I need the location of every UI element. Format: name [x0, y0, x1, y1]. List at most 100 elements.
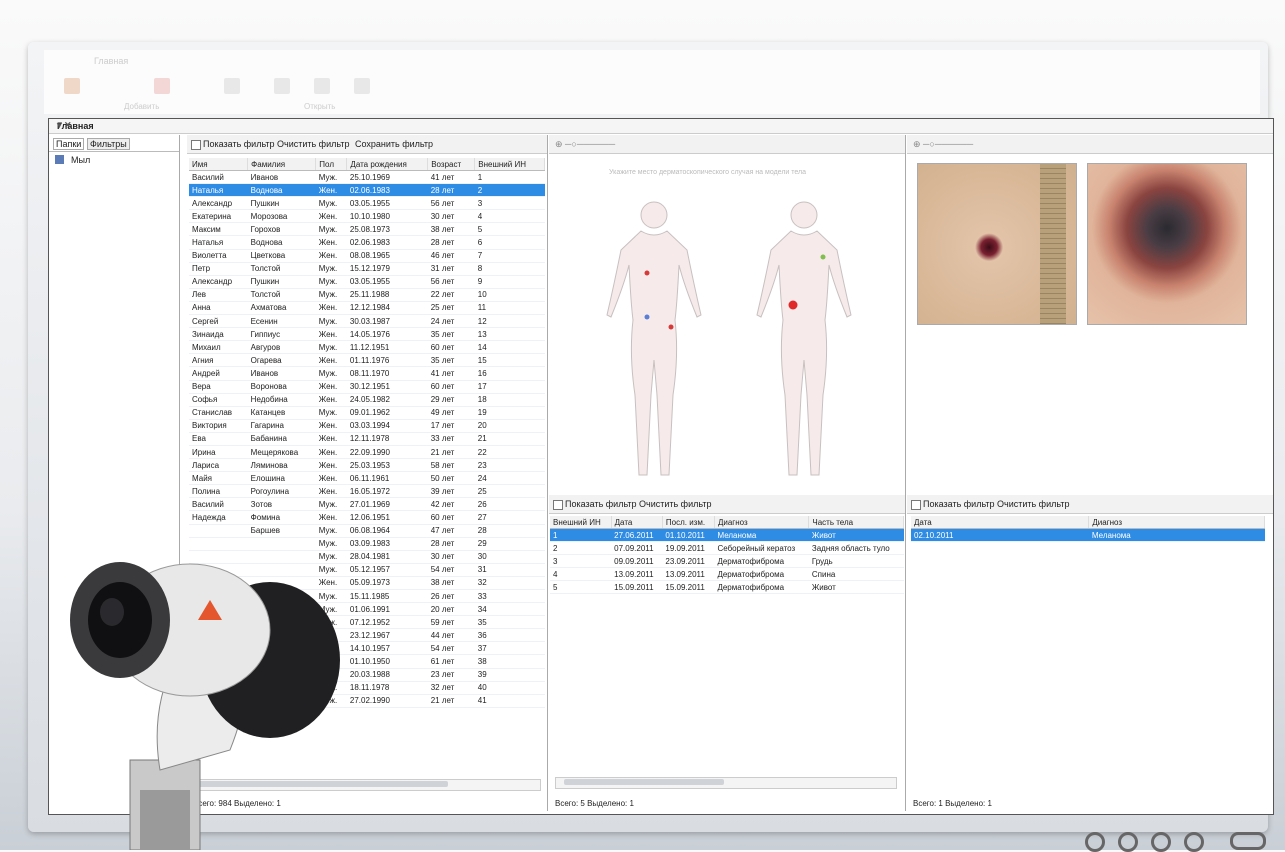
- table-row[interactable]: 02.10.2011 Меланома: [911, 528, 1265, 543]
- images-zoom-icon[interactable]: ⊕ ─○──────: [913, 139, 973, 150]
- table-cell: 24.05.1982: [346, 393, 428, 407]
- table-row[interactable]: Муж. 03.09.1983 28 лет 29: [189, 537, 545, 551]
- table-cell: Себорейный кератоз: [714, 541, 809, 556]
- table-row[interactable]: Баршев Муж. 06.08.1964 47 лет 28: [189, 524, 545, 538]
- monitor-button[interactable]: [1118, 832, 1138, 852]
- table-row[interactable]: Андрей Иванов Муж. 08.11.1970 41 лет 16: [189, 366, 545, 381]
- monitor-button[interactable]: [1184, 832, 1204, 852]
- monitor-button[interactable]: [1151, 832, 1171, 852]
- visits-column-header[interactable]: Часть тела: [808, 516, 904, 529]
- table-row[interactable]: Полина Рогоулина Жен. 16.05.1972 39 лет 25: [189, 484, 545, 499]
- tab-folders[interactable]: Папки: [53, 138, 85, 150]
- zoom-icon[interactable]: ⊕ ─○──────: [555, 139, 615, 150]
- body-map[interactable]: [569, 195, 889, 495]
- table-row[interactable]: Анна Ахматова Жен. 12.12.1984 25 лет 11: [189, 301, 545, 316]
- save-filter-button[interactable]: Сохранить фильтр: [355, 139, 433, 149]
- table-row[interactable]: Лев Толстой Муж. 25.11.1988 22 лет 10: [189, 288, 545, 302]
- images-column-header[interactable]: Диагноз: [1088, 516, 1265, 529]
- table-row[interactable]: Станислав Катанцев Муж. 09.01.1962 49 лет 19: [189, 406, 545, 420]
- visits-show-filter-checkbox[interactable]: Показать фильтр: [553, 499, 637, 510]
- monitor-button[interactable]: [1085, 832, 1105, 852]
- patients-column-header[interactable]: Внешний ИН: [474, 158, 545, 171]
- visits-column-header[interactable]: Дата: [611, 516, 663, 529]
- table-row[interactable]: Ева Бабанина Жен. 12.11.1978 33 лет 21: [189, 432, 545, 446]
- table-row[interactable]: Максим Горохов Муж. 25.08.1973 38 лет 5: [189, 222, 545, 237]
- lesion-marker[interactable]: [788, 300, 798, 310]
- table-cell: Зотов: [247, 497, 316, 512]
- delete-icon[interactable]: [314, 78, 330, 94]
- table-row[interactable]: Екатерина Морозова Жен. 10.10.1980 30 лет 4: [189, 209, 545, 224]
- table-row[interactable]: Михаил Авгуров Муж. 11.12.1951 60 лет 14: [189, 340, 545, 355]
- visits-column-header[interactable]: Посл. изм.: [662, 516, 715, 529]
- power-button[interactable]: [1230, 832, 1266, 850]
- tab-filters[interactable]: Фильтры: [87, 138, 130, 150]
- table-row[interactable]: Василий Зотов Муж. 27.01.1969 42 лет 26: [189, 497, 545, 512]
- patients-column-header[interactable]: Возраст: [427, 158, 476, 171]
- table-row[interactable]: Виктория Гагарина Жен. 03.03.1994 17 лет 20: [189, 419, 545, 433]
- lesion-marker[interactable]: [668, 324, 674, 330]
- clear-filter-button[interactable]: Очистить фильтр: [277, 139, 349, 149]
- open-icon[interactable]: [224, 78, 240, 94]
- table-cell: 01.11.1976: [346, 353, 428, 368]
- table-cell: 25.03.1953: [346, 458, 428, 473]
- patients-column-header[interactable]: Пол: [315, 158, 348, 171]
- table-cell: Муж.: [315, 366, 347, 381]
- show-filter-checkbox[interactable]: Показать фильтр: [191, 139, 275, 150]
- lesion-overview-photo[interactable]: [917, 163, 1077, 325]
- main-header: Главная ▾ ✕: [49, 119, 1273, 134]
- patients-column-header[interactable]: Имя: [189, 158, 249, 171]
- table-row[interactable]: Александр Пушкин Муж. 03.05.1955 56 лет 9: [189, 275, 545, 289]
- images-column-header[interactable]: Дата: [911, 516, 1090, 529]
- table-row[interactable]: Агния Огарева Жен. 01.11.1976 35 лет 15: [189, 353, 545, 368]
- table-cell: Жен.: [315, 380, 347, 394]
- table-row[interactable]: 1 27.06.2011 01.10.2011 Меланома Живот: [550, 528, 904, 543]
- table-row[interactable]: 2 07.09.2011 19.09.2011 Себорейный кератоз З…: [550, 541, 904, 556]
- visits-hscroll[interactable]: [555, 777, 897, 789]
- table-row[interactable]: Ирина Мещерякова Жен. 22.09.1990 21 лет 22: [189, 445, 545, 460]
- table-row[interactable]: Надежда Фомина Жен. 12.06.1951 60 лет 27: [189, 510, 545, 525]
- table-row[interactable]: Сергей Есенин Муж. 30.03.1987 24 лет 12: [189, 314, 545, 329]
- lesion-marker[interactable]: [644, 314, 650, 320]
- table-cell: Муж.: [315, 275, 347, 289]
- table-cell: Муж.: [315, 406, 347, 420]
- ribbon: Главная Добавить Открыть: [44, 50, 1260, 114]
- ribbon-tab-home[interactable]: Главная: [94, 56, 128, 66]
- images-show-filter-checkbox[interactable]: Показать фильтр: [911, 499, 995, 510]
- compare-icon[interactable]: [354, 78, 370, 94]
- edit-icon[interactable]: [274, 78, 290, 94]
- visits-clear-filter-button[interactable]: Очистить фильтр: [639, 499, 711, 509]
- table-cell: 56 лет: [427, 196, 475, 211]
- table-row[interactable]: Наталья Воднова Жен. 02.06.1983 28 лет 2: [189, 183, 545, 198]
- patients-column-header[interactable]: Дата рождения: [346, 158, 429, 171]
- patients-column-header[interactable]: Фамилия: [247, 158, 317, 171]
- table-row[interactable]: Вера Воронова Жен. 30.12.1951 60 лет 17: [189, 380, 545, 394]
- table-cell: 49 лет: [427, 406, 475, 420]
- table-cell: Катанцев: [247, 406, 316, 420]
- add-case-icon[interactable]: [154, 78, 170, 94]
- add-patient-icon[interactable]: [64, 78, 80, 94]
- table-row[interactable]: Петр Толстой Муж. 15.12.1979 31 лет 8: [189, 262, 545, 276]
- table-row[interactable]: Александр Пушкин Муж. 03.05.1955 56 лет 3: [189, 196, 545, 211]
- lesion-dermoscopy-photo[interactable]: [1087, 163, 1247, 325]
- table-row[interactable]: 4 13.09.2011 13.09.2011 Дерматофиброма Спина: [550, 567, 904, 582]
- table-row[interactable]: 3 09.09.2011 23.09.2011 Дерматофиброма Грудь: [550, 554, 904, 569]
- table-cell: 2: [474, 183, 545, 198]
- table-row[interactable]: Лариса Ляминова Жен. 25.03.1953 58 лет 23: [189, 458, 545, 473]
- folder-item[interactable]: Мыл: [49, 152, 179, 168]
- ribbon-group-open: Открыть: [304, 102, 336, 111]
- visits-show-filter-label: Показать фильтр: [565, 499, 637, 509]
- visits-column-header[interactable]: Внешний ИН: [550, 516, 612, 529]
- window-controls[interactable]: ▾ ✕: [57, 120, 1267, 131]
- table-row[interactable]: 5 15.09.2011 15.09.2011 Дерматофиброма Живот: [550, 580, 904, 595]
- table-row[interactable]: Виолетта Цветкова Жен. 08.08.1965 46 лет 7: [189, 249, 545, 263]
- images-clear-filter-button[interactable]: Очистить фильтр: [997, 499, 1069, 509]
- lesion-marker[interactable]: [644, 270, 650, 276]
- visits-column-header[interactable]: Диагноз: [714, 516, 810, 529]
- table-row[interactable]: Василий Иванов Муж. 25.10.1969 41 лет 1: [189, 170, 545, 185]
- table-cell: 27: [474, 510, 545, 525]
- table-row[interactable]: Майя Елошина Жен. 06.11.1961 50 лет 24: [189, 471, 545, 486]
- table-row[interactable]: Наталья Воднова Жен. 02.06.1983 28 лет 6: [189, 235, 545, 250]
- table-row[interactable]: Софья Недобина Жен. 24.05.1982 29 лет 18: [189, 393, 545, 407]
- lesion-marker[interactable]: [820, 254, 826, 260]
- table-row[interactable]: Зинаида Гиппиус Жен. 14.05.1976 35 лет 13: [189, 327, 545, 342]
